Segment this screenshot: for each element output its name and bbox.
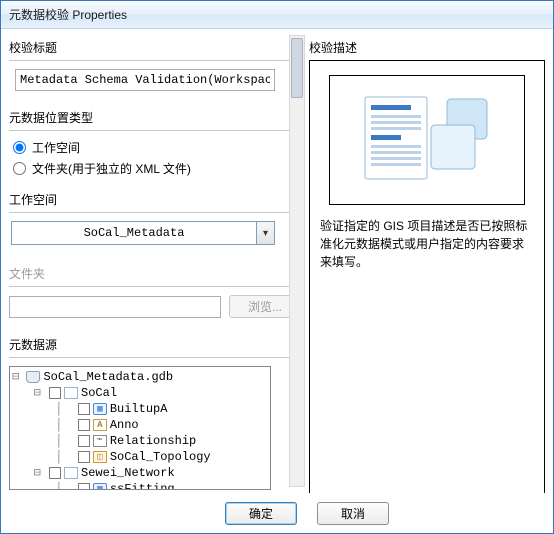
- checkbox[interactable]: [78, 483, 90, 490]
- tree-node-dataset[interactable]: ⊟ Sewei_Network: [12, 465, 268, 481]
- tree-label: Relationship: [110, 433, 196, 449]
- dialog-window: 元数据校验 Properties 校验标题 元数据位置类型 工作空间 文件夹(用…: [0, 0, 554, 534]
- window-title: 元数据校验 Properties: [9, 6, 127, 23]
- titlebar[interactable]: 元数据校验 Properties: [1, 1, 553, 29]
- checkbox[interactable]: [78, 403, 90, 415]
- tree-label: Sewei_Network: [81, 465, 175, 481]
- radio-folder[interactable]: [13, 162, 26, 175]
- tree-label: SoCal_Metadata.gdb: [43, 369, 173, 385]
- dataset-icon: [64, 387, 78, 399]
- checkbox[interactable]: [78, 451, 90, 463]
- tree-node-item[interactable]: │ Anno: [12, 417, 268, 433]
- workspace-label: 工作空间: [9, 191, 301, 208]
- tree-node-item[interactable]: │ BuiltupA: [12, 401, 268, 417]
- tree-node-item[interactable]: │ ssFitting: [12, 481, 268, 490]
- tree-node-root[interactable]: ⊟ SoCal_Metadata.gdb: [12, 369, 268, 385]
- datasource-label: 元数据源: [9, 336, 301, 353]
- annotation-icon: [93, 419, 107, 431]
- divider: [9, 357, 301, 358]
- tree-label: BuiltupA: [110, 401, 168, 417]
- scrollbar-thumb[interactable]: [291, 38, 303, 98]
- scrollbar[interactable]: [289, 35, 305, 487]
- description-text: 验证指定的 GIS 项目描述是否已按照标准化元数据模式或用户指定的内容要求来填写…: [320, 217, 534, 271]
- divider: [9, 130, 301, 131]
- description-box: 验证指定的 GIS 项目描述是否已按照标准化元数据模式或用户指定的内容要求来填写…: [309, 60, 545, 493]
- metadata-illustration-icon: [347, 85, 507, 195]
- preview-image: [329, 75, 525, 205]
- folder-input: [9, 296, 221, 318]
- tree-label: SoCal_Topology: [110, 449, 211, 465]
- left-pane: 校验标题 元数据位置类型 工作空间 文件夹(用于独立的 XML 文件) 工作空间…: [1, 29, 307, 493]
- radio-workspace-label: 工作空间: [32, 139, 80, 156]
- divider: [9, 286, 301, 287]
- checkbox[interactable]: [49, 467, 61, 479]
- location-type-label: 元数据位置类型: [9, 109, 301, 126]
- workspace-combo[interactable]: SoCal_Metadata ▾: [11, 221, 275, 245]
- ok-button[interactable]: 确定: [225, 502, 297, 525]
- featureclass-icon: [93, 483, 107, 490]
- client-area: 校验标题 元数据位置类型 工作空间 文件夹(用于独立的 XML 文件) 工作空间…: [1, 29, 553, 493]
- cancel-button[interactable]: 取消: [317, 502, 389, 525]
- chevron-down-icon[interactable]: ▾: [256, 222, 274, 244]
- radio-folder-row[interactable]: 文件夹(用于独立的 XML 文件): [13, 160, 301, 177]
- tree-label: ssFitting: [110, 481, 175, 490]
- tree-label: SoCal: [81, 385, 117, 401]
- check-title-input[interactable]: [15, 69, 275, 91]
- featureclass-icon: [93, 403, 107, 415]
- folder-label: 文件夹: [9, 265, 301, 282]
- geodatabase-icon: [26, 371, 40, 383]
- checkbox[interactable]: [78, 435, 90, 447]
- radio-workspace[interactable]: [13, 141, 26, 154]
- workspace-combo-text: SoCal_Metadata: [12, 222, 256, 244]
- tree-node-dataset[interactable]: ⊟ SoCal: [12, 385, 268, 401]
- tree-node-item[interactable]: │ SoCal_Topology: [12, 449, 268, 465]
- relationship-icon: [93, 435, 107, 447]
- checkbox[interactable]: [78, 419, 90, 431]
- dialog-footer: 确定 取消: [1, 493, 553, 533]
- network-icon: [64, 467, 78, 479]
- checkbox[interactable]: [49, 387, 61, 399]
- radio-workspace-row[interactable]: 工作空间: [13, 139, 301, 156]
- right-pane: 校验描述: [307, 29, 553, 493]
- tree-label: Anno: [110, 417, 139, 433]
- check-title-label: 校验标题: [9, 39, 301, 56]
- divider: [9, 212, 301, 213]
- topology-icon: [93, 451, 107, 463]
- radio-folder-label: 文件夹(用于独立的 XML 文件): [32, 160, 191, 177]
- divider: [9, 60, 301, 61]
- tree-node-item[interactable]: │ Relationship: [12, 433, 268, 449]
- description-heading: 校验描述: [309, 39, 545, 56]
- datasource-tree[interactable]: ⊟ SoCal_Metadata.gdb ⊟ SoCal │ BuiltupA …: [9, 366, 271, 490]
